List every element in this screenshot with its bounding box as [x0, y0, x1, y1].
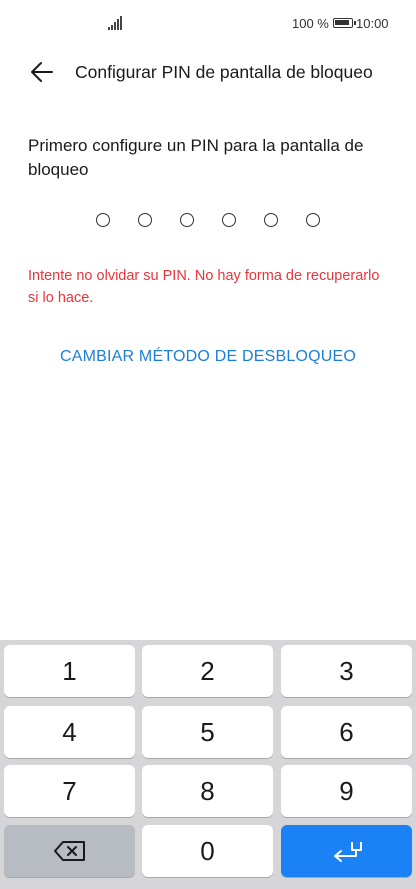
- arrow-left-icon[interactable]: [28, 58, 56, 86]
- signal-bars-icon: [108, 16, 124, 30]
- battery-full-icon: [333, 18, 356, 28]
- backspace-icon: [53, 841, 85, 861]
- enter-icon: [333, 842, 362, 862]
- pin-dot: [264, 213, 278, 227]
- clock: 10:00: [356, 16, 389, 31]
- key-1[interactable]: 1: [4, 645, 135, 697]
- change-unlock-method-button[interactable]: CAMBIAR MÉTODO DE DESBLOQUEO: [0, 348, 416, 366]
- instruction-text: Primero configure un PIN para la pantall…: [28, 136, 364, 179]
- pin-indicator: [96, 213, 326, 229]
- pin-dot: [96, 213, 110, 227]
- key-9[interactable]: 9: [281, 765, 412, 817]
- key-4[interactable]: 4: [4, 706, 135, 758]
- numeric-keyboard: 1 2 3 4 5 6 7 8 9 0: [0, 640, 416, 889]
- key-7[interactable]: 7: [4, 765, 135, 817]
- key-3[interactable]: 3: [281, 645, 412, 697]
- pin-dot: [222, 213, 236, 227]
- key-6[interactable]: 6: [281, 706, 412, 758]
- key-0[interactable]: 0: [142, 825, 273, 877]
- status-bar: 100 % 10:00: [0, 0, 416, 48]
- battery-percent: 100 %: [292, 16, 329, 31]
- backspace-key[interactable]: [4, 825, 135, 877]
- key-2[interactable]: 2: [142, 645, 273, 697]
- enter-key[interactable]: [281, 825, 412, 877]
- pin-dot: [138, 213, 152, 227]
- page-title: Configurar PIN de pantalla de bloqueo: [75, 62, 373, 82]
- pin-dot: [180, 213, 194, 227]
- key-5[interactable]: 5: [142, 706, 273, 758]
- warning-text: Intente no olvidar su PIN. No hay forma …: [28, 268, 380, 306]
- key-8[interactable]: 8: [142, 765, 273, 817]
- pin-dot: [306, 213, 320, 227]
